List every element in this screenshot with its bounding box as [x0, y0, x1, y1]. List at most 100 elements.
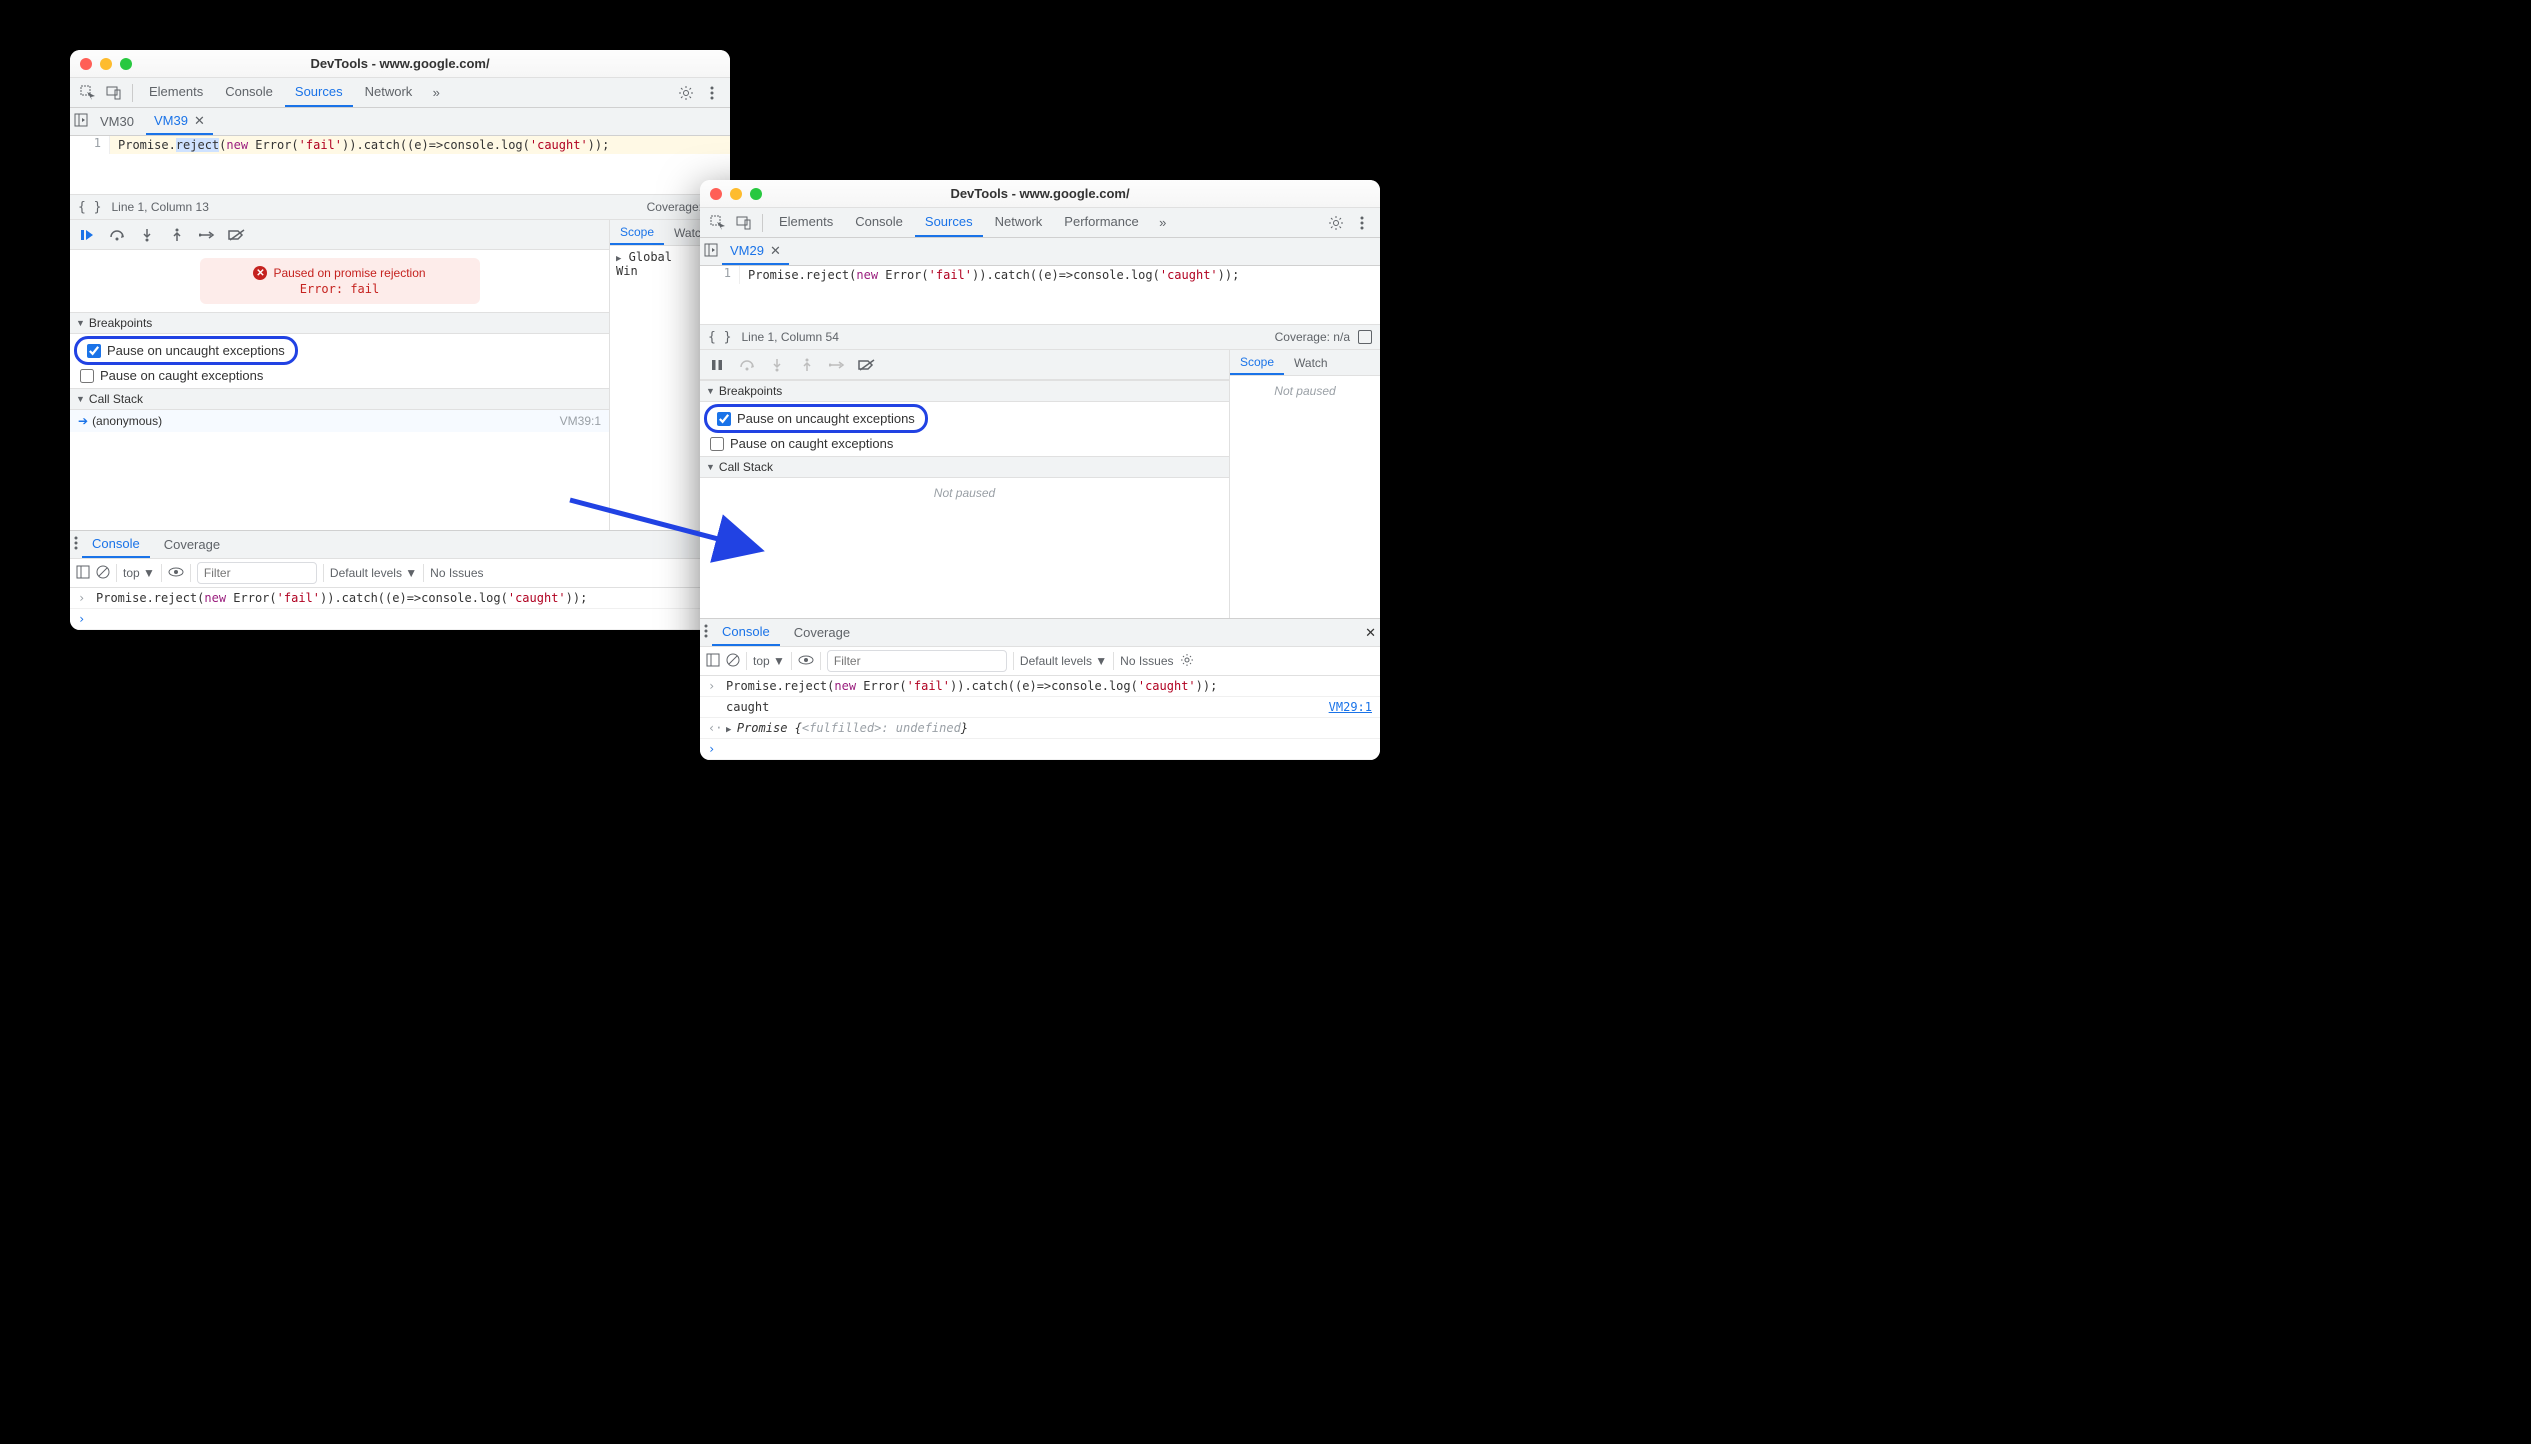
disclosure-triangle-icon: ▶: [616, 254, 621, 264]
deactivate-breakpoints-icon[interactable]: [856, 354, 878, 376]
tab-network[interactable]: Network: [985, 208, 1053, 237]
clear-console-icon[interactable]: [726, 653, 740, 670]
more-tabs-icon[interactable]: »: [424, 81, 448, 105]
watch-tab[interactable]: Watch: [1284, 350, 1338, 375]
kebab-menu-icon[interactable]: [74, 536, 78, 553]
live-expression-icon[interactable]: [798, 654, 814, 668]
step-over-icon[interactable]: [106, 224, 128, 246]
navigator-toggle-icon[interactable]: [704, 243, 718, 260]
checkbox[interactable]: [80, 369, 94, 383]
callstack-empty: Not paused: [700, 478, 1229, 508]
bp-pause-uncaught[interactable]: Pause on uncaught exceptions: [711, 408, 921, 429]
coverage-status: Coverage: n/a: [1275, 330, 1350, 344]
checkbox[interactable]: [87, 344, 101, 358]
gear-icon[interactable]: [674, 81, 698, 105]
step-into-icon: [766, 354, 788, 376]
more-tabs-icon[interactable]: »: [1151, 211, 1175, 235]
bp-pause-caught[interactable]: Pause on caught exceptions: [74, 365, 605, 386]
tab-performance[interactable]: Performance: [1054, 208, 1148, 237]
minimize-window-button[interactable]: [100, 58, 112, 70]
zoom-window-button[interactable]: [750, 188, 762, 200]
resume-icon[interactable]: [76, 224, 98, 246]
console-input-line: › Promise.reject(new Error('fail')).catc…: [70, 588, 730, 609]
log-levels-selector[interactable]: Default levels ▼: [330, 566, 417, 580]
checkbox[interactable]: [717, 412, 731, 426]
file-tab-vm39[interactable]: VM39 ✕: [146, 108, 213, 135]
tab-elements[interactable]: Elements: [139, 78, 213, 107]
tab-sources[interactable]: Sources: [285, 78, 353, 107]
device-toggle-icon[interactable]: [732, 211, 756, 235]
clear-console-icon[interactable]: [96, 565, 110, 582]
source-link[interactable]: VM29:1: [1329, 700, 1372, 714]
device-toggle-icon[interactable]: [102, 81, 126, 105]
tab-network[interactable]: Network: [355, 78, 423, 107]
issues-button[interactable]: No Issues: [1120, 654, 1173, 668]
context-selector[interactable]: top ▼: [753, 654, 785, 668]
bp-pause-caught[interactable]: Pause on caught exceptions: [704, 433, 1225, 454]
output-chevron-icon: ‹·: [708, 721, 720, 735]
checkbox[interactable]: [710, 437, 724, 451]
kebab-menu-icon[interactable]: [1350, 211, 1374, 235]
live-expression-icon[interactable]: [168, 566, 184, 580]
tab-elements[interactable]: Elements: [769, 208, 843, 237]
pretty-print-icon[interactable]: { }: [708, 330, 731, 345]
breakpoints-section-header[interactable]: ▼ Breakpoints: [70, 312, 609, 334]
filter-input[interactable]: [197, 562, 317, 584]
step-into-icon[interactable]: [136, 224, 158, 246]
drawer-tab-coverage[interactable]: Coverage: [784, 619, 860, 646]
file-tab-vm29[interactable]: VM29 ✕: [722, 238, 789, 265]
console-prompt[interactable]: ›: [700, 739, 1380, 760]
callstack-section-header[interactable]: ▼ Call Stack: [70, 388, 609, 410]
kebab-menu-icon[interactable]: [704, 624, 708, 641]
drawer-tab-console[interactable]: Console: [712, 619, 780, 646]
console-sidebar-toggle-icon[interactable]: [76, 565, 90, 582]
breakpoints-list: Pause on uncaught exceptions Pause on ca…: [700, 402, 1229, 456]
inspect-element-icon[interactable]: [76, 81, 100, 105]
console-sidebar-toggle-icon[interactable]: [706, 653, 720, 670]
code-editor[interactable]: 1 Promise.reject(new Error('fail')).catc…: [70, 136, 730, 194]
close-tab-icon[interactable]: ✕: [770, 243, 781, 259]
input-chevron-icon: ›: [708, 679, 720, 693]
filter-input[interactable]: [827, 650, 1007, 672]
gear-icon[interactable]: [1324, 211, 1348, 235]
code-line: Promise.reject(new Error('fail')).catch(…: [740, 266, 1380, 284]
close-window-button[interactable]: [80, 58, 92, 70]
tab-console[interactable]: Console: [845, 208, 913, 237]
pause-message: ✕Paused on promise rejection Error: fail: [200, 258, 480, 304]
pause-icon[interactable]: [706, 354, 728, 376]
file-tab-vm30[interactable]: VM30: [92, 108, 142, 135]
console-settings-icon[interactable]: [1180, 653, 1194, 670]
deactivate-breakpoints-icon[interactable]: [226, 224, 248, 246]
pretty-print-icon[interactable]: { }: [78, 200, 101, 215]
issues-button[interactable]: No Issues: [430, 566, 483, 580]
drawer-tab-console[interactable]: Console: [82, 531, 150, 558]
kebab-menu-icon[interactable]: [700, 81, 724, 105]
context-selector[interactable]: top ▼: [123, 566, 155, 580]
traffic-lights: [710, 188, 762, 200]
drawer-tab-coverage[interactable]: Coverage: [154, 531, 230, 558]
scope-tab[interactable]: Scope: [610, 220, 664, 245]
navigator-toggle-icon[interactable]: [74, 113, 88, 130]
source-map-icon[interactable]: [1358, 330, 1372, 344]
tab-sources[interactable]: Sources: [915, 208, 983, 237]
tab-console[interactable]: Console: [215, 78, 283, 107]
line-number: 1: [70, 136, 110, 154]
inspect-element-icon[interactable]: [706, 211, 730, 235]
log-levels-selector[interactable]: Default levels ▼: [1020, 654, 1107, 668]
drawer-tabs: Console Coverage ✕: [700, 618, 1380, 646]
step-out-icon[interactable]: [166, 224, 188, 246]
breakpoints-list: Pause on uncaught exceptions Pause on ca…: [70, 334, 609, 388]
zoom-window-button[interactable]: [120, 58, 132, 70]
console-prompt[interactable]: ›: [70, 609, 730, 630]
close-window-button[interactable]: [710, 188, 722, 200]
scope-tab[interactable]: Scope: [1230, 350, 1284, 375]
close-drawer-icon[interactable]: ✕: [1365, 625, 1376, 641]
code-editor[interactable]: 1 Promise.reject(new Error('fail')).catc…: [700, 266, 1380, 324]
step-icon[interactable]: [196, 224, 218, 246]
breakpoints-section-header[interactable]: ▼ Breakpoints: [700, 380, 1229, 402]
bp-pause-uncaught[interactable]: Pause on uncaught exceptions: [81, 340, 291, 361]
close-tab-icon[interactable]: ✕: [194, 113, 205, 129]
minimize-window-button[interactable]: [730, 188, 742, 200]
callstack-section-header[interactable]: ▼ Call Stack: [700, 456, 1229, 478]
callstack-frame[interactable]: ➔(anonymous) VM39:1: [70, 410, 609, 432]
